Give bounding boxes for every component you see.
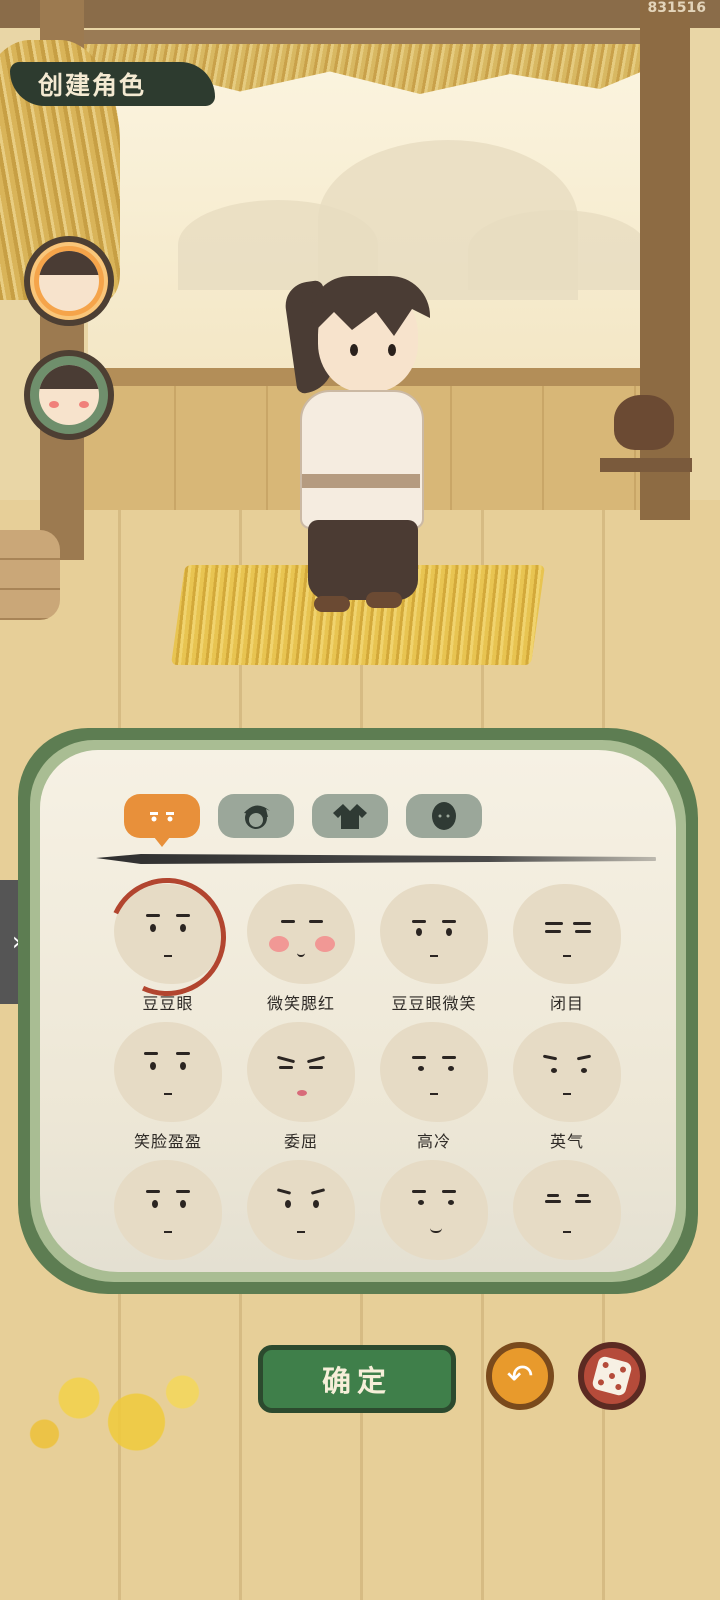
- build-id: 831516: [647, 0, 706, 16]
- dice-icon: [591, 1355, 633, 1397]
- expression-option[interactable]: 高冷: [378, 1022, 490, 1152]
- expression-face-icon: [247, 1160, 355, 1260]
- category-tabs: [124, 794, 482, 847]
- expression-option[interactable]: 委屈: [245, 1022, 357, 1152]
- head-silhouette-icon: [432, 802, 456, 830]
- expression-face-icon: [247, 884, 355, 984]
- expression-option[interactable]: 英气: [511, 1022, 623, 1152]
- expression-option[interactable]: 微笑腮红: [245, 884, 357, 1014]
- fallen-leaves: [10, 1350, 240, 1470]
- character-eye-left: [350, 344, 358, 356]
- roof-beam: [0, 0, 720, 28]
- panel-paper: 豆豆眼 微笑腮红 豆豆眼微笑 闭目 笑脸盈盈 委屈 高冷 英气: [40, 750, 676, 1272]
- undo-button[interactable]: ↶: [486, 1342, 554, 1410]
- expression-face-icon: [114, 1022, 222, 1122]
- expression-option[interactable]: [245, 1160, 357, 1272]
- expression-label: 笑脸盈盈: [133, 1132, 202, 1151]
- random-button[interactable]: [578, 1342, 646, 1410]
- expression-option[interactable]: [511, 1160, 623, 1272]
- undo-icon: ↶: [506, 1357, 534, 1395]
- brush-divider: [96, 854, 656, 864]
- expression-option[interactable]: 笑脸盈盈: [112, 1022, 224, 1152]
- customization-panel: 豆豆眼 微笑腮红 豆豆眼微笑 闭目 笑脸盈盈 委屈 高冷 英气: [18, 728, 698, 1294]
- expression-face-icon: [114, 1160, 222, 1260]
- female-avatar-button[interactable]: [24, 350, 114, 440]
- expression-face-icon: [114, 884, 222, 984]
- clothes-icon: [333, 804, 367, 829]
- character-belt: [302, 474, 420, 488]
- expression-option[interactable]: 豆豆眼微笑: [378, 884, 490, 1014]
- female-avatar-icon: [39, 365, 99, 425]
- wooden-stool: [600, 458, 692, 472]
- confirm-button[interactable]: 确定: [258, 1345, 456, 1413]
- expression-label: 委屈: [283, 1132, 318, 1151]
- page-title: 创建角色: [38, 71, 147, 100]
- tab-face[interactable]: [124, 794, 200, 847]
- expression-option[interactable]: [112, 1160, 224, 1272]
- expression-face-icon: [380, 1022, 488, 1122]
- character-preview[interactable]: [280, 262, 440, 632]
- title-banner: 创建角色: [10, 62, 215, 106]
- hair-icon: [244, 805, 270, 829]
- expression-face-icon: [513, 884, 621, 984]
- tab-skin[interactable]: [406, 794, 482, 838]
- expression-label: 闭目: [549, 994, 584, 1013]
- clay-pot: [614, 395, 674, 450]
- expression-face-icon: [513, 1160, 621, 1260]
- character-shoe-left: [314, 596, 350, 612]
- expression-face-icon: [513, 1022, 621, 1122]
- expression-label: 英气: [549, 1132, 584, 1151]
- male-avatar-button[interactable]: [24, 236, 114, 326]
- expression-grid: 豆豆眼 微笑腮红 豆豆眼微笑 闭目 笑脸盈盈 委屈 高冷 英气: [112, 884, 644, 1272]
- expression-face-icon: [380, 884, 488, 984]
- tab-clothes[interactable]: [312, 794, 388, 838]
- male-avatar-icon: [39, 251, 99, 311]
- expression-option[interactable]: [378, 1160, 490, 1272]
- expression-option[interactable]: 豆豆眼: [112, 884, 224, 1014]
- character-pants: [308, 520, 418, 600]
- character-eye-right: [388, 344, 396, 356]
- face-eyes-icon: [150, 812, 174, 822]
- tab-hair[interactable]: [218, 794, 294, 838]
- character-shoe-right: [366, 592, 402, 608]
- expression-label: 微笑腮红: [266, 994, 335, 1013]
- expression-face-icon: [247, 1022, 355, 1122]
- expression-face-icon: [380, 1160, 488, 1260]
- firewood-logs: [0, 530, 60, 620]
- character-robe: [300, 390, 424, 529]
- expression-option[interactable]: 闭目: [511, 884, 623, 1014]
- expression-label: 高冷: [416, 1132, 451, 1151]
- expression-label: 豆豆眼微笑: [391, 994, 477, 1013]
- roof-beam-lower: [60, 30, 660, 44]
